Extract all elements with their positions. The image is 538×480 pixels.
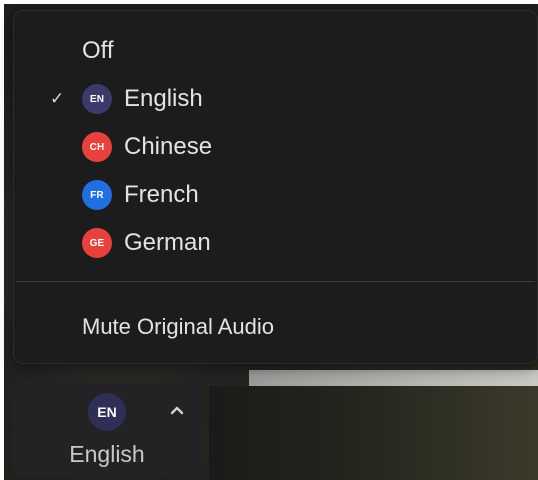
menu-item-english[interactable]: ✓ EN English: [14, 79, 537, 119]
menu-item-mute-original-audio[interactable]: Mute Original Audio: [14, 307, 537, 347]
video-background-lower: [209, 386, 538, 480]
menu-item-off-label: Off: [82, 37, 114, 64]
menu-item-french[interactable]: FR French: [14, 175, 537, 215]
german-language-badge: GE: [82, 228, 112, 258]
english-language-badge: EN: [82, 84, 112, 114]
menu-item-german[interactable]: GE German: [14, 223, 537, 263]
current-language-badge: EN: [88, 393, 126, 431]
menu-item-chinese[interactable]: CH Chinese: [14, 127, 537, 167]
menu-item-chinese-label: Chinese: [124, 133, 213, 160]
chevron-up-icon[interactable]: [165, 399, 189, 423]
interpretation-button-label: English: [69, 441, 145, 467]
menu-item-off[interactable]: Off: [14, 31, 537, 71]
interpretation-button[interactable]: EN English: [13, 383, 201, 477]
menu-divider: [16, 281, 535, 282]
menu-item-mute-original-audio-label: Mute Original Audio: [82, 314, 274, 339]
menu-item-french-label: French: [124, 181, 199, 208]
menu-item-english-label: English: [124, 85, 203, 112]
interpretation-language-menu: Off ✓ EN English CH Chinese FR French GE…: [13, 10, 538, 364]
checkmark-icon: ✓: [50, 89, 65, 108]
chinese-language-badge: CH: [82, 132, 112, 162]
french-language-badge: FR: [82, 180, 112, 210]
menu-item-german-label: German: [124, 229, 211, 256]
